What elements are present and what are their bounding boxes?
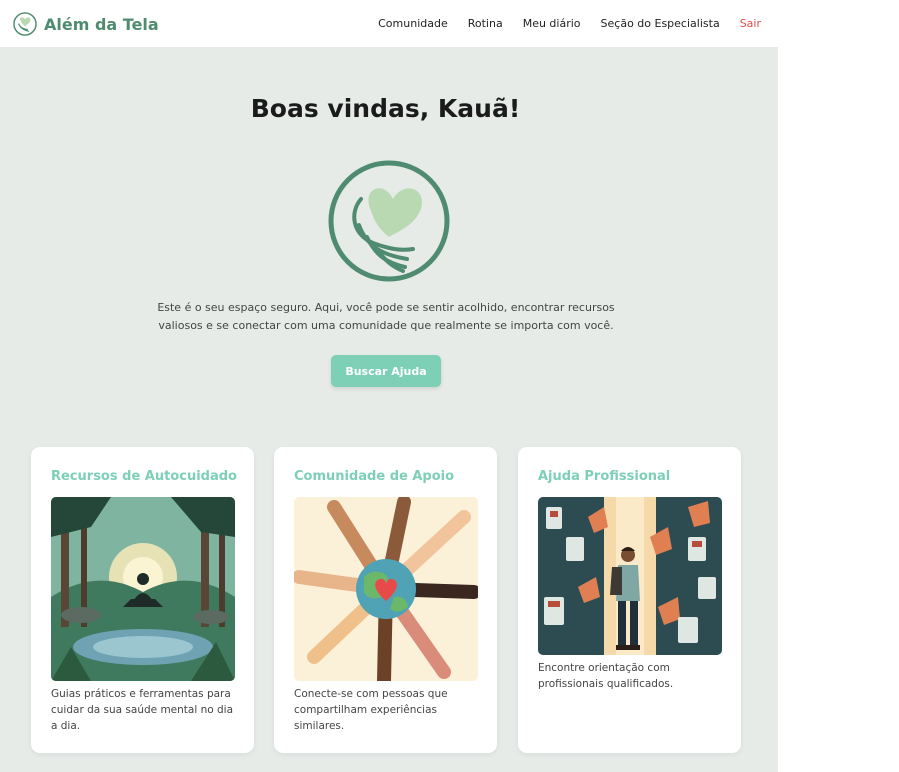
card-text: Conecte-se com pessoas que compartilham … [294,688,448,732]
card-title: Ajuda Profissional [538,469,671,484]
card-text: Guias práticos e ferramentas para cuidar… [51,688,234,732]
meditation-forest-illustration [51,497,235,681]
brand[interactable]: Além da Tela [13,11,159,37]
brand-name: Além da Tela [44,14,159,34]
main-nav: Comunidade Rotina Meu diário Seção do Es… [358,17,761,30]
hero-description: Este é o seu espaço seguro. Aqui, você p… [157,301,615,332]
find-help-button[interactable]: Buscar Ajuda [331,355,441,387]
heart-hands-logo-icon [13,12,37,36]
nav-item-rotina[interactable]: Rotina [468,17,503,30]
navbar: Além da Tela Comunidade Rotina Meu diári… [0,0,778,47]
man-in-library-illustration [538,497,722,655]
card-title: Comunidade de Apoio [294,469,455,484]
card-self-care[interactable]: Recursos de Autocuidado Guias práticos e… [31,447,254,753]
logout-link[interactable]: Sair [740,17,761,30]
nav-item-comunidade[interactable]: Comunidade [378,17,448,30]
app-page: Além da Tela Comunidade Rotina Meu diári… [0,0,778,772]
nav-item-secao-especialista[interactable]: Seção do Especialista [601,17,720,30]
nav-item-meu-diario[interactable]: Meu diário [523,17,581,30]
card-title: Recursos de Autocuidado [51,469,237,484]
card-professional-help[interactable]: Ajuda Profissional Encontre orientação c… [518,447,741,753]
card-text: Encontre orientação com profissionais qu… [538,662,674,690]
hands-around-globe-illustration [294,497,478,681]
card-support-community[interactable]: Comunidade de Apoio Conecte-se com pesso… [274,447,497,753]
heart-hands-logo-icon [328,160,450,282]
page-title: Boas vindas, Kauã! [250,94,521,123]
